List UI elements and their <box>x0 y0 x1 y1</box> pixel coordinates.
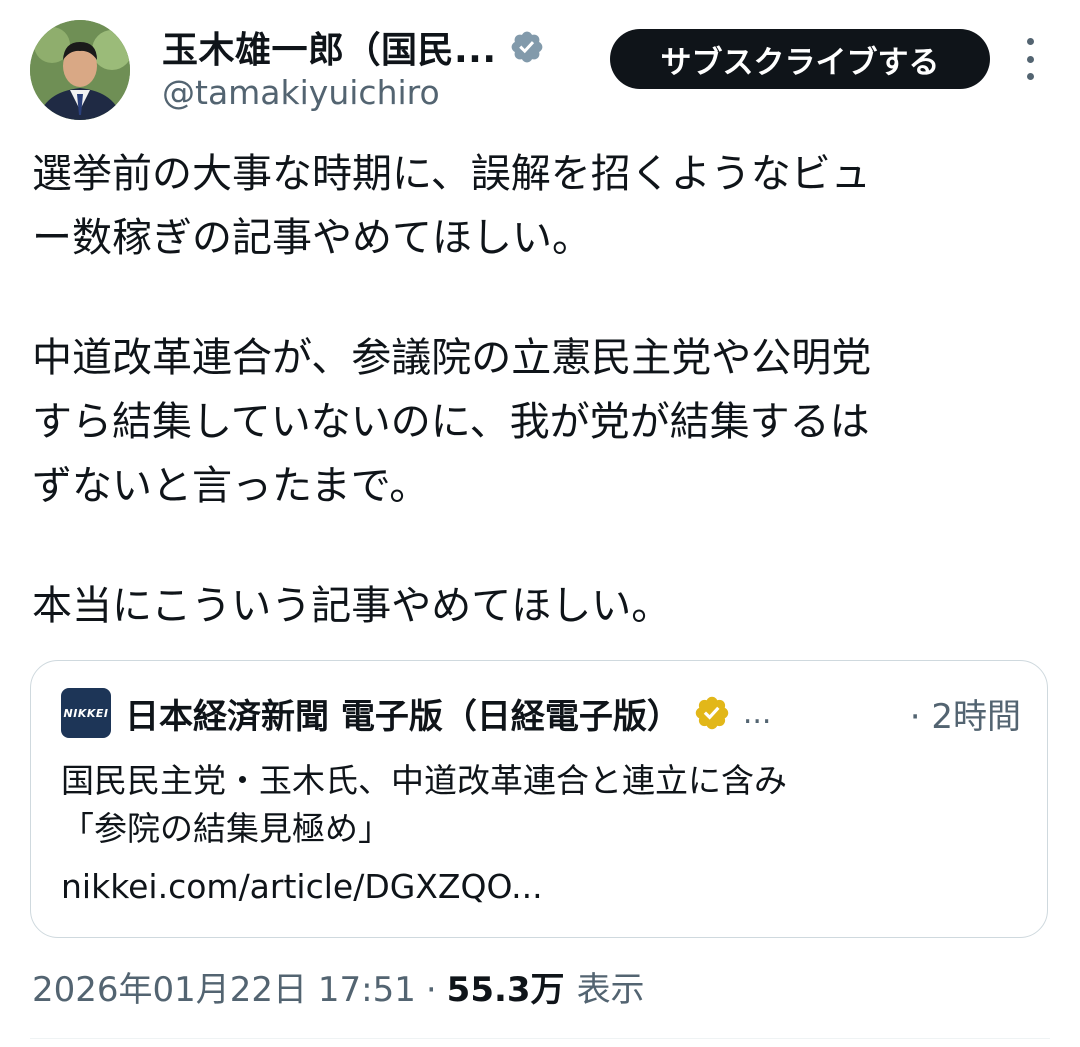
gold-verified-badge-icon <box>693 694 731 732</box>
quoted-source-name[interactable]: 日本経済新聞 電子版（日経電子版） <box>125 689 681 738</box>
quoted-text-line: 国民民主党・玉木氏、中道改革連合と連立に含み <box>61 761 787 800</box>
more-vertical-icon[interactable] <box>1018 38 1042 80</box>
more-dot <box>1026 38 1034 45</box>
tweet-body: 選挙前の大事な時期に、誤解を招くようなビュ ー数稼ぎの記事やめてほしい。 中道改… <box>32 142 1052 638</box>
quoted-text-line: 「参院の結集見極め」 <box>61 809 391 848</box>
quoted-tweet-text: 国民民主党・玉木氏、中道改革連合と連立に含み 「参院の結集見極め」 <box>61 757 1021 853</box>
tweet-text-line: すら結集していないのに、我が党が結集するは <box>32 399 870 445</box>
nikkei-logo[interactable]: NIKKEI <box>61 688 111 738</box>
more-dot <box>1026 55 1034 63</box>
truncation-ellipsis: ... <box>742 695 772 731</box>
tweet-header: 玉木雄一郎（国民... @tamakiyuichiro サブスクライブする <box>0 0 1080 130</box>
tweet-text-line: 中道改革連合が、参議院の立憲民主党や公明党 <box>32 335 872 381</box>
more-dot <box>1026 73 1034 80</box>
author-display-name[interactable]: 玉木雄一郎（国民... <box>162 21 497 73</box>
quoted-tweet-link[interactable]: nikkei.com/article/DGXZQO... <box>61 867 543 906</box>
tweet-timestamp[interactable]: 2026年01月22日 17:51 <box>32 962 416 1011</box>
verified-badge-icon <box>509 29 545 65</box>
quoted-tweet-header: NIKKEI 日本経済新聞 電子版（日経電子版） ... · 2時間 <box>61 687 1021 739</box>
meta-separator: · <box>425 970 437 1010</box>
tweet-text-line: 選挙前の大事な時期に、誤解を招くようなビュ <box>32 151 871 197</box>
views-count: 55.3万 <box>446 970 565 1010</box>
quoted-tweet-card[interactable]: NIKKEI 日本経済新聞 電子版（日経電子版） ... · 2時間 国民民主党… <box>30 660 1048 938</box>
tweet-text-line: ー数稼ぎの記事やめてほしい。 <box>32 215 592 261</box>
quoted-tweet-time[interactable]: · 2時間 <box>910 689 1021 738</box>
tweet-meta: 2026年01月22日 17:51 · 55.3万 表示 <box>32 962 645 1011</box>
subscribe-button[interactable]: サブスクライブする <box>610 29 990 89</box>
views-label: 表示 <box>576 970 645 1010</box>
tweet-text-line: ずないと言ったまで。 <box>32 463 430 509</box>
avatar[interactable] <box>30 20 130 120</box>
author-handle[interactable]: @tamakiyuichiro <box>162 73 440 112</box>
divider <box>30 1038 1050 1039</box>
author-name-row: 玉木雄一郎（国民... <box>162 22 545 72</box>
tweet-text-line: 本当にこういう記事やめてほしい。 <box>32 583 672 629</box>
